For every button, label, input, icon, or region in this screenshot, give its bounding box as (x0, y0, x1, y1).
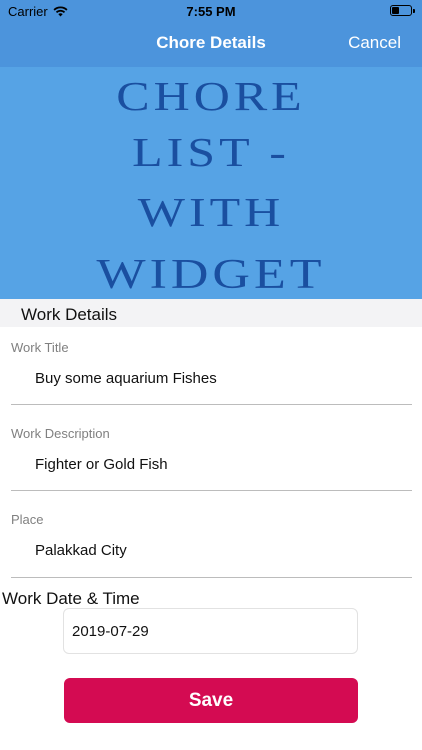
work-title-label: Work Title (11, 340, 69, 355)
work-description-label: Work Description (11, 426, 110, 441)
section-title: Work Details (21, 305, 118, 324)
work-date-value: 2019-07-29 (72, 623, 149, 640)
divider (11, 490, 412, 491)
status-time: 7:55 PM (186, 4, 236, 19)
divider (11, 404, 412, 405)
status-bar: Carrier 7:55 PM (0, 0, 422, 22)
work-date-field[interactable]: 2019-07-29 (63, 608, 358, 654)
section-header: Work Details (0, 299, 422, 327)
banner-text-line: WIDGET (96, 251, 326, 298)
place-label: Place (11, 512, 44, 527)
battery-icon (390, 5, 415, 16)
work-description-field[interactable]: Fighter or Gold Fish (35, 456, 168, 473)
navigation-bar: Carrier 7:55 PM Chore Details Cancel (0, 0, 422, 67)
save-button[interactable]: Save (64, 678, 358, 723)
place-field[interactable]: Palakkad City (35, 542, 127, 559)
banner-text-line: CHORE (116, 73, 306, 119)
banner-image: CHORE LIST - WITH WIDGET (0, 67, 422, 299)
work-date-heading: Work Date & Time (2, 589, 140, 608)
banner-text-line: WITH (137, 189, 285, 235)
banner-text-line: LIST - (132, 129, 290, 175)
divider (11, 577, 412, 578)
work-title-field[interactable]: Buy some aquarium Fishes (35, 370, 217, 387)
cancel-button[interactable]: Cancel (348, 33, 401, 53)
